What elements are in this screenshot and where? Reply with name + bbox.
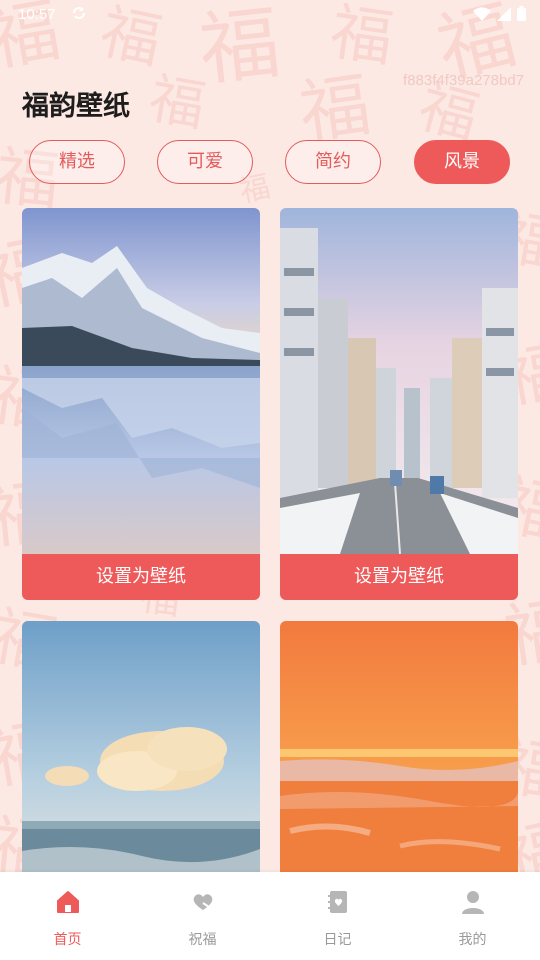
set-wallpaper-button[interactable]: 设置为壁纸	[22, 554, 260, 600]
signal-icon	[497, 6, 511, 25]
status-bar: 10:57	[0, 0, 540, 30]
nav-blessing-label: 祝福	[188, 932, 217, 948]
tab-featured[interactable]: 精选	[29, 140, 125, 184]
nav-profile[interactable]: 我的	[405, 872, 540, 960]
wallpaper-card[interactable]	[280, 621, 518, 881]
svg-text:福: 福	[145, 66, 210, 139]
nav-profile-label: 我的	[458, 932, 487, 948]
wallpaper-card[interactable]	[22, 621, 260, 881]
set-wallpaper-button[interactable]: 设置为壁纸	[280, 554, 518, 600]
tab-cute[interactable]: 可爱	[157, 140, 253, 184]
tab-simple[interactable]: 简约	[285, 140, 381, 184]
nav-diary-label: 日记	[323, 932, 352, 948]
battery-icon	[517, 6, 526, 25]
heart-hand-icon	[189, 888, 217, 916]
sync-icon	[72, 6, 86, 24]
user-icon	[459, 888, 487, 916]
category-tabs: 精选 可爱 简约 风景	[0, 140, 540, 188]
nav-home-label: 首页	[53, 932, 82, 948]
status-icons	[473, 6, 526, 25]
wifi-icon	[473, 6, 491, 25]
nav-diary[interactable]: 日记	[270, 872, 405, 960]
wallpaper-image-mountain-lake	[22, 208, 260, 554]
nav-home[interactable]: 首页	[0, 872, 135, 960]
wallpaper-image-sea-cloud	[22, 621, 260, 881]
bottom-nav: 首页 祝福 日记 我的	[0, 872, 540, 960]
wallpaper-image-orange-sunset	[280, 621, 518, 881]
home-icon	[54, 888, 82, 916]
tab-scenery[interactable]: 风景	[414, 140, 510, 184]
wallpaper-grid: 设置为壁纸 设置为壁纸	[0, 208, 540, 881]
wallpaper-card[interactable]: 设置为壁纸	[280, 208, 518, 600]
page-title: 福韵壁纸	[22, 91, 130, 122]
wallpaper-image-city-street	[280, 208, 518, 554]
status-time: 10:57	[18, 6, 56, 23]
wallpaper-card[interactable]: 设置为壁纸	[22, 208, 260, 600]
device-id-watermark: f883f4f39a278bd7	[403, 72, 524, 89]
nav-blessing[interactable]: 祝福	[135, 872, 270, 960]
diary-icon	[324, 888, 352, 916]
